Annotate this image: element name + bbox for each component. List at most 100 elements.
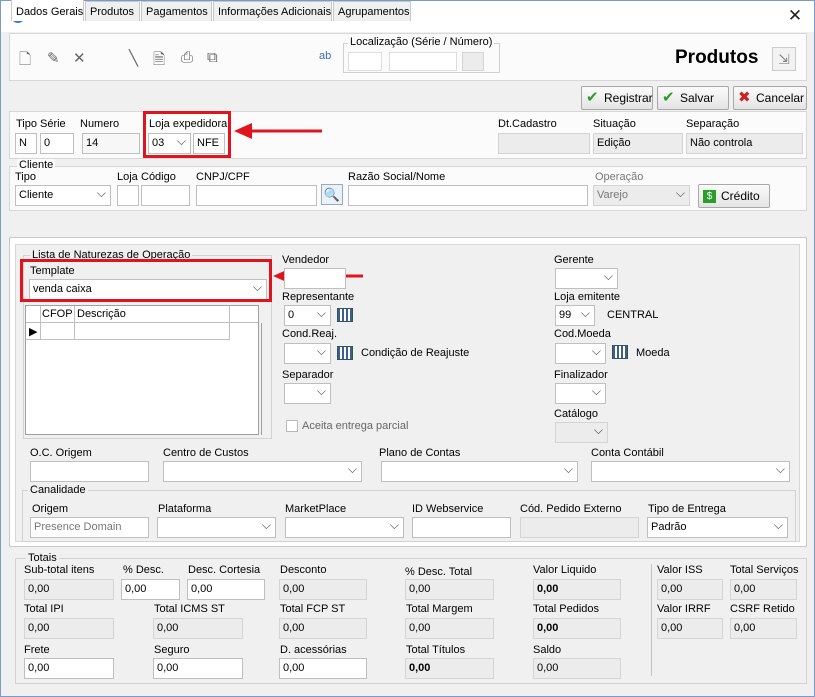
cliente-loja-field[interactable] bbox=[117, 185, 139, 206]
frete-field[interactable]: 0,00 bbox=[24, 658, 114, 679]
tab-dados-gerais[interactable]: Dados Gerais bbox=[11, 0, 84, 21]
desc-cortesia-field[interactable]: 0,00 bbox=[187, 579, 265, 600]
aceita-entrega-checkbox[interactable] bbox=[286, 420, 298, 432]
conta-contabil-combo[interactable] bbox=[591, 461, 790, 482]
print-icon[interactable]: ⎙ bbox=[181, 49, 193, 66]
numero-field[interactable]: 14 bbox=[82, 133, 140, 154]
row-pointer-icon: ▶ bbox=[29, 326, 38, 338]
calendar-icon[interactable] bbox=[337, 308, 353, 322]
copy-icon[interactable]: ⧉ bbox=[207, 49, 218, 66]
subtotal-label: Sub-total itens bbox=[24, 564, 95, 576]
centro-custos-label: Centro de Custos bbox=[163, 447, 249, 459]
calendar-icon[interactable] bbox=[612, 345, 628, 359]
cod-moeda-label: Cod.Moeda bbox=[554, 328, 611, 340]
marketplace-combo[interactable] bbox=[285, 517, 404, 538]
valor-liquido-label: Valor Liquido bbox=[533, 564, 597, 576]
cliente-loja-label: Loja bbox=[117, 171, 138, 183]
seguro-label: Seguro bbox=[154, 644, 190, 656]
tipo-entrega-combo[interactable]: Padrão bbox=[647, 517, 788, 538]
separador-label: Separador bbox=[282, 369, 334, 381]
tipo-field[interactable]: N bbox=[15, 133, 37, 154]
catalogo-combo[interactable] bbox=[555, 422, 608, 443]
gerente-combo[interactable] bbox=[555, 268, 618, 289]
plano-contas-combo[interactable] bbox=[381, 461, 578, 482]
spell-check-icon[interactable]: ab bbox=[319, 50, 331, 62]
total-ipi-label: Total IPI bbox=[24, 603, 64, 615]
registrar-label: Registrar bbox=[604, 91, 653, 105]
tab-produtos[interactable]: Produtos bbox=[85, 1, 140, 21]
dtcadastro-field bbox=[498, 133, 590, 154]
valor-irrf-label: Valor IRRF bbox=[657, 603, 711, 615]
totais-title: Totais bbox=[26, 552, 59, 564]
close-icon[interactable]: ✕ bbox=[784, 5, 806, 27]
location-numero-field[interactable] bbox=[389, 52, 457, 71]
desconto-field: 0,00 bbox=[279, 579, 367, 600]
separacao-field: Não controla bbox=[686, 133, 803, 154]
calendar-icon[interactable] bbox=[337, 346, 353, 360]
salvar-button[interactable]: ✔ Salvar bbox=[657, 86, 729, 110]
tipo-label: Tipo bbox=[16, 118, 37, 130]
exit-icon[interactable]: ⇲ bbox=[772, 47, 796, 71]
salvar-label: Salvar bbox=[680, 91, 715, 105]
total-fcp-st-label: Total FCP ST bbox=[280, 603, 346, 615]
location-serie-field[interactable] bbox=[348, 52, 382, 71]
tab-pagamentos[interactable]: Pagamentos bbox=[141, 1, 212, 21]
cliente-tipo-combo[interactable]: Cliente bbox=[15, 185, 111, 206]
vendedor-label: Vendedor bbox=[282, 254, 330, 266]
tab-informacoes-adicionais[interactable]: Informações Adicionais bbox=[213, 1, 332, 21]
registrar-button[interactable]: ✔ Registrar bbox=[581, 86, 653, 110]
idwebservice-label: ID Webservice bbox=[412, 503, 484, 515]
tab-agrupamentos[interactable]: Agrupamentos bbox=[333, 1, 411, 21]
location-search-button[interactable] bbox=[462, 52, 484, 71]
cnpj-field[interactable] bbox=[196, 185, 317, 206]
centro-custos-combo[interactable] bbox=[163, 461, 362, 482]
edit-icon[interactable]: ✎ bbox=[47, 49, 60, 67]
loja-emitente-combo[interactable]: 99 bbox=[555, 305, 595, 326]
csrf-retido-field: 0,00 bbox=[730, 618, 797, 639]
serie-field[interactable]: 0 bbox=[40, 133, 74, 154]
search-icon[interactable]: 🔍 bbox=[321, 184, 343, 205]
separador-combo[interactable] bbox=[284, 383, 331, 404]
delete-icon[interactable]: ✕ bbox=[73, 49, 86, 67]
pdesc-field[interactable]: 0,00 bbox=[121, 579, 180, 600]
conta-contabil-label: Conta Contábil bbox=[591, 447, 664, 459]
origem-field: Presence Domain bbox=[30, 517, 149, 538]
valor-liquido-field: 0,00 bbox=[533, 579, 621, 600]
cancelar-button[interactable]: ✖ Cancelar bbox=[733, 86, 807, 110]
valor-irrf-field: 0,00 bbox=[657, 618, 723, 639]
condreaj-desc: Condição de Reajuste bbox=[361, 347, 470, 359]
total-servicos-field: 0,00 bbox=[730, 579, 797, 600]
cliente-codigo-field[interactable] bbox=[141, 185, 190, 206]
cod-pedido-externo-label: Cód. Pedido Externo bbox=[520, 503, 622, 515]
representante-combo[interactable]: 0 bbox=[284, 305, 331, 326]
cod-moeda-combo[interactable] bbox=[555, 343, 606, 364]
total-titulos-field: 0,00 bbox=[405, 658, 494, 679]
vendedor-field[interactable] bbox=[284, 268, 346, 289]
finalizador-combo[interactable] bbox=[555, 383, 606, 404]
col-descricao[interactable]: Descrição bbox=[77, 308, 126, 320]
saldo-label: Saldo bbox=[533, 644, 562, 656]
moeda-desc: Moeda bbox=[636, 347, 670, 359]
credito-button[interactable]: $ Crédito bbox=[698, 184, 770, 208]
plataforma-combo[interactable] bbox=[157, 517, 276, 538]
total-fcp-st-field: 0,00 bbox=[279, 618, 367, 639]
grid-scrollbar[interactable] bbox=[261, 323, 262, 435]
razao-social-field[interactable] bbox=[348, 185, 588, 206]
preview-icon[interactable]: 🗎 bbox=[153, 49, 165, 74]
new-document-icon[interactable]: 🗋 bbox=[19, 49, 31, 74]
condreaj-combo[interactable] bbox=[284, 343, 331, 364]
seguro-field[interactable]: 0,00 bbox=[153, 658, 243, 679]
idwebservice-field[interactable] bbox=[412, 517, 511, 538]
totais-separator bbox=[651, 564, 652, 676]
naturezas-grid[interactable]: CFOP Descrição ▶ bbox=[25, 305, 262, 435]
line-tool-icon[interactable]: ╲ bbox=[129, 49, 138, 67]
col-cfop[interactable]: CFOP bbox=[42, 308, 73, 320]
oc-origem-field[interactable] bbox=[30, 461, 149, 482]
pdesc-total-label: % Desc. Total bbox=[405, 566, 473, 578]
operacao-combo[interactable]: Varejo bbox=[593, 185, 690, 206]
pdesc-total-field: 0,00 bbox=[405, 579, 494, 600]
desconto-label: Desconto bbox=[280, 564, 327, 576]
d-acessorias-field[interactable]: 0,00 bbox=[279, 658, 367, 679]
table-row[interactable] bbox=[26, 323, 230, 340]
csrf-retido-label: CSRF Retido bbox=[730, 603, 795, 615]
